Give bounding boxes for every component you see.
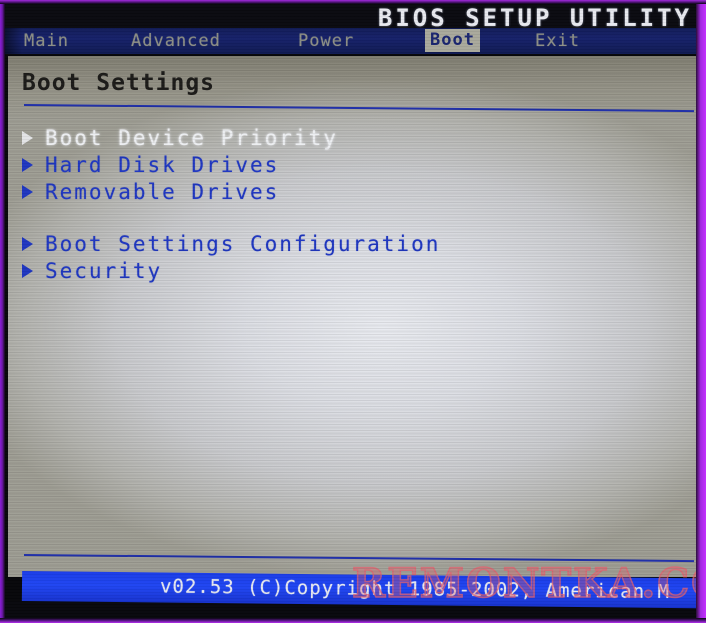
bios-version-text: v02.53 (C)Copyright 1985-2002, American …: [159, 575, 671, 604]
triangle-right-icon: [22, 263, 33, 278]
photo-edge-right: [696, 0, 706, 623]
menu-bar: Main Advanced Power Boot Exit: [4, 28, 702, 54]
menu-item-removable-drives[interactable]: Removable Drives: [22, 178, 672, 205]
menu-item-hard-disk-drives[interactable]: Hard Disk Drives: [22, 151, 672, 178]
triangle-right-icon: [22, 184, 33, 199]
triangle-right-icon: [22, 157, 33, 172]
photo-edge-bottom: [0, 618, 706, 623]
tab-advanced[interactable]: Advanced: [131, 31, 221, 51]
bios-screen: BIOS SETUP UTILITY Main Advanced Power Boot…: [0, 0, 706, 623]
menu-item-label: Security: [45, 258, 163, 283]
section-title: Boot Settings: [22, 70, 216, 96]
tab-boot[interactable]: Boot: [425, 29, 480, 52]
photo-edge-top: [0, 0, 706, 4]
menu-item-boot-device-priority[interactable]: Boot Device Priority: [22, 124, 672, 151]
menu-item-label: Hard Disk Drives: [45, 152, 280, 177]
menu-item-label: Boot Settings Configuration: [45, 231, 441, 256]
menu-item-security[interactable]: Security: [22, 257, 672, 284]
menu-item-label: Boot Device Priority: [45, 125, 338, 150]
photo-edge-left: [0, 0, 5, 623]
menu-item-label: Removable Drives: [45, 179, 280, 204]
content-panel: Boot Settings Boot Device Priority Hard D…: [8, 56, 700, 577]
tab-main[interactable]: Main: [24, 31, 69, 51]
menu-item-boot-settings-configuration[interactable]: Boot Settings Configuration: [22, 230, 672, 257]
settings-menu-list: Boot Device Priority Hard Disk Drives Remo…: [22, 124, 672, 284]
divider-bottom: [23, 554, 694, 563]
divider-top: [23, 104, 694, 113]
triangle-right-icon: [22, 236, 33, 251]
tab-power[interactable]: Power: [298, 31, 354, 51]
triangle-right-icon: [22, 130, 33, 145]
tab-exit[interactable]: Exit: [535, 31, 580, 51]
